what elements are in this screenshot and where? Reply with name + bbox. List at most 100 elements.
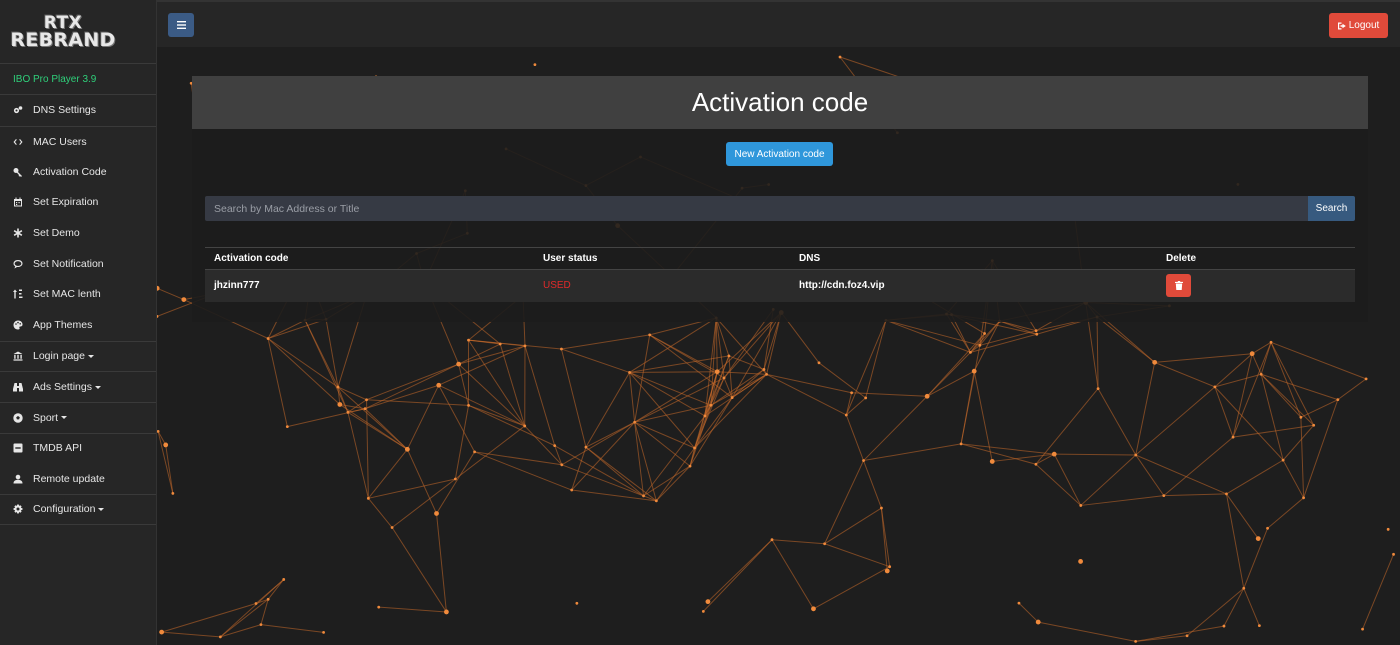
network-node: [157, 285, 160, 291]
caret-down-icon: [98, 507, 105, 511]
network-node: [844, 413, 848, 417]
new-activation-code-button[interactable]: New Activation code: [726, 142, 833, 166]
sidebar-item-sport[interactable]: Sport: [0, 401, 156, 433]
search-input[interactable]: [205, 196, 1308, 221]
network-node: [453, 477, 457, 481]
caret-down-icon: [87, 354, 94, 358]
network-line: [885, 319, 971, 353]
network-node: [181, 297, 187, 302]
network-line: [865, 320, 887, 399]
top-bar: Logout: [157, 0, 1400, 47]
network-node: [254, 602, 258, 605]
network-line: [524, 425, 563, 466]
network-line: [1243, 528, 1269, 589]
sidebar-item-tmdb-api[interactable]: TMDB API: [0, 432, 156, 464]
network-line: [634, 404, 712, 423]
network-node: [989, 459, 995, 464]
network-node: [983, 332, 986, 335]
network-line: [629, 372, 706, 417]
network-node: [390, 526, 394, 529]
sidebar-item-set-mac-lenth[interactable]: Set MAC lenth: [0, 279, 156, 310]
network-node: [560, 347, 563, 351]
network-line: [728, 355, 765, 370]
network-node: [727, 354, 731, 358]
network-line: [723, 312, 782, 379]
network-line: [1214, 386, 1234, 438]
table-header-row: Activation code User status DNS Delete: [205, 247, 1355, 270]
network-line: [845, 397, 866, 416]
brand-logo[interactable]: RTX REBRAND: [0, 0, 156, 64]
sidebar-item-set-expiration[interactable]: Set Expiration: [0, 187, 156, 218]
network-line: [561, 334, 650, 350]
network-line: [560, 348, 587, 448]
network-node: [1302, 496, 1305, 500]
network-node: [523, 424, 527, 428]
sidebar-item-set-demo[interactable]: Set Demo: [0, 218, 156, 249]
network-line: [267, 319, 306, 339]
network-node: [1259, 372, 1263, 376]
sidebar-item-dns-settings[interactable]: DNS Settings: [0, 95, 156, 126]
network-node: [811, 606, 816, 612]
menu-toggle-button[interactable]: [168, 13, 194, 37]
delete-button[interactable]: [1166, 274, 1191, 298]
network-node: [266, 597, 270, 601]
network-line: [267, 338, 339, 388]
sidebar-item-login-page[interactable]: Login page: [0, 340, 156, 372]
network-node: [377, 605, 381, 609]
sidebar-item-label: TMDB API: [33, 442, 83, 455]
search-button[interactable]: Search: [1308, 196, 1355, 221]
network-line: [771, 539, 825, 545]
network-line: [629, 371, 718, 373]
network-node: [1255, 536, 1261, 541]
network-node: [633, 420, 637, 424]
brand-line-2: REBRAND: [10, 28, 116, 51]
network-line: [813, 566, 890, 610]
network-node: [628, 371, 631, 374]
network-line: [1270, 342, 1315, 426]
sidebar-item-label: Set Demo: [33, 227, 80, 240]
network-node: [1231, 435, 1235, 439]
network-node: [1269, 340, 1273, 344]
bank-icon: [13, 351, 23, 361]
network-node: [1034, 329, 1038, 333]
sidebar-item-app-themes[interactable]: App Themes: [0, 310, 156, 341]
network-line: [436, 513, 447, 613]
network-line: [1035, 388, 1099, 465]
network-line: [220, 579, 285, 638]
sidebar-item-configuration[interactable]: Configuration: [0, 493, 156, 525]
sidebar-item-ads-settings[interactable]: Ads Settings: [0, 371, 156, 402]
sidebar-item-label: Set Expiration: [33, 196, 99, 209]
sidebar-item-set-notification[interactable]: Set Notification: [0, 248, 156, 279]
network-line: [1226, 459, 1284, 495]
network-line: [571, 447, 587, 491]
network-node: [434, 511, 439, 516]
network-line: [499, 343, 526, 427]
network-line: [1300, 417, 1305, 498]
network-line: [1080, 454, 1137, 506]
search-bar: Search: [205, 196, 1355, 221]
network-node: [1079, 504, 1083, 507]
network-node: [971, 368, 977, 374]
network-node: [1361, 627, 1364, 631]
network-line: [1243, 588, 1260, 626]
network-line: [1270, 341, 1367, 380]
network-line: [220, 598, 269, 638]
logout-button[interactable]: Logout: [1329, 13, 1388, 38]
network-node: [473, 450, 476, 454]
network-node: [285, 425, 289, 429]
network-line: [454, 405, 470, 480]
network-node: [365, 398, 368, 402]
network-node: [1249, 351, 1255, 357]
sidebar-item-remote-update[interactable]: Remote update: [0, 463, 156, 494]
sidebar-item-mac-users[interactable]: MAC Users: [0, 125, 156, 157]
sidebar-item-activation-code[interactable]: Activation Code: [0, 156, 156, 187]
network-line: [339, 404, 408, 450]
network-line: [406, 449, 437, 514]
network-node: [770, 538, 774, 542]
network-node: [1281, 458, 1285, 462]
network-line: [1163, 493, 1227, 497]
network-node: [282, 578, 286, 581]
network-node: [1017, 601, 1021, 605]
network-node: [1213, 385, 1217, 389]
network-node: [654, 499, 658, 503]
